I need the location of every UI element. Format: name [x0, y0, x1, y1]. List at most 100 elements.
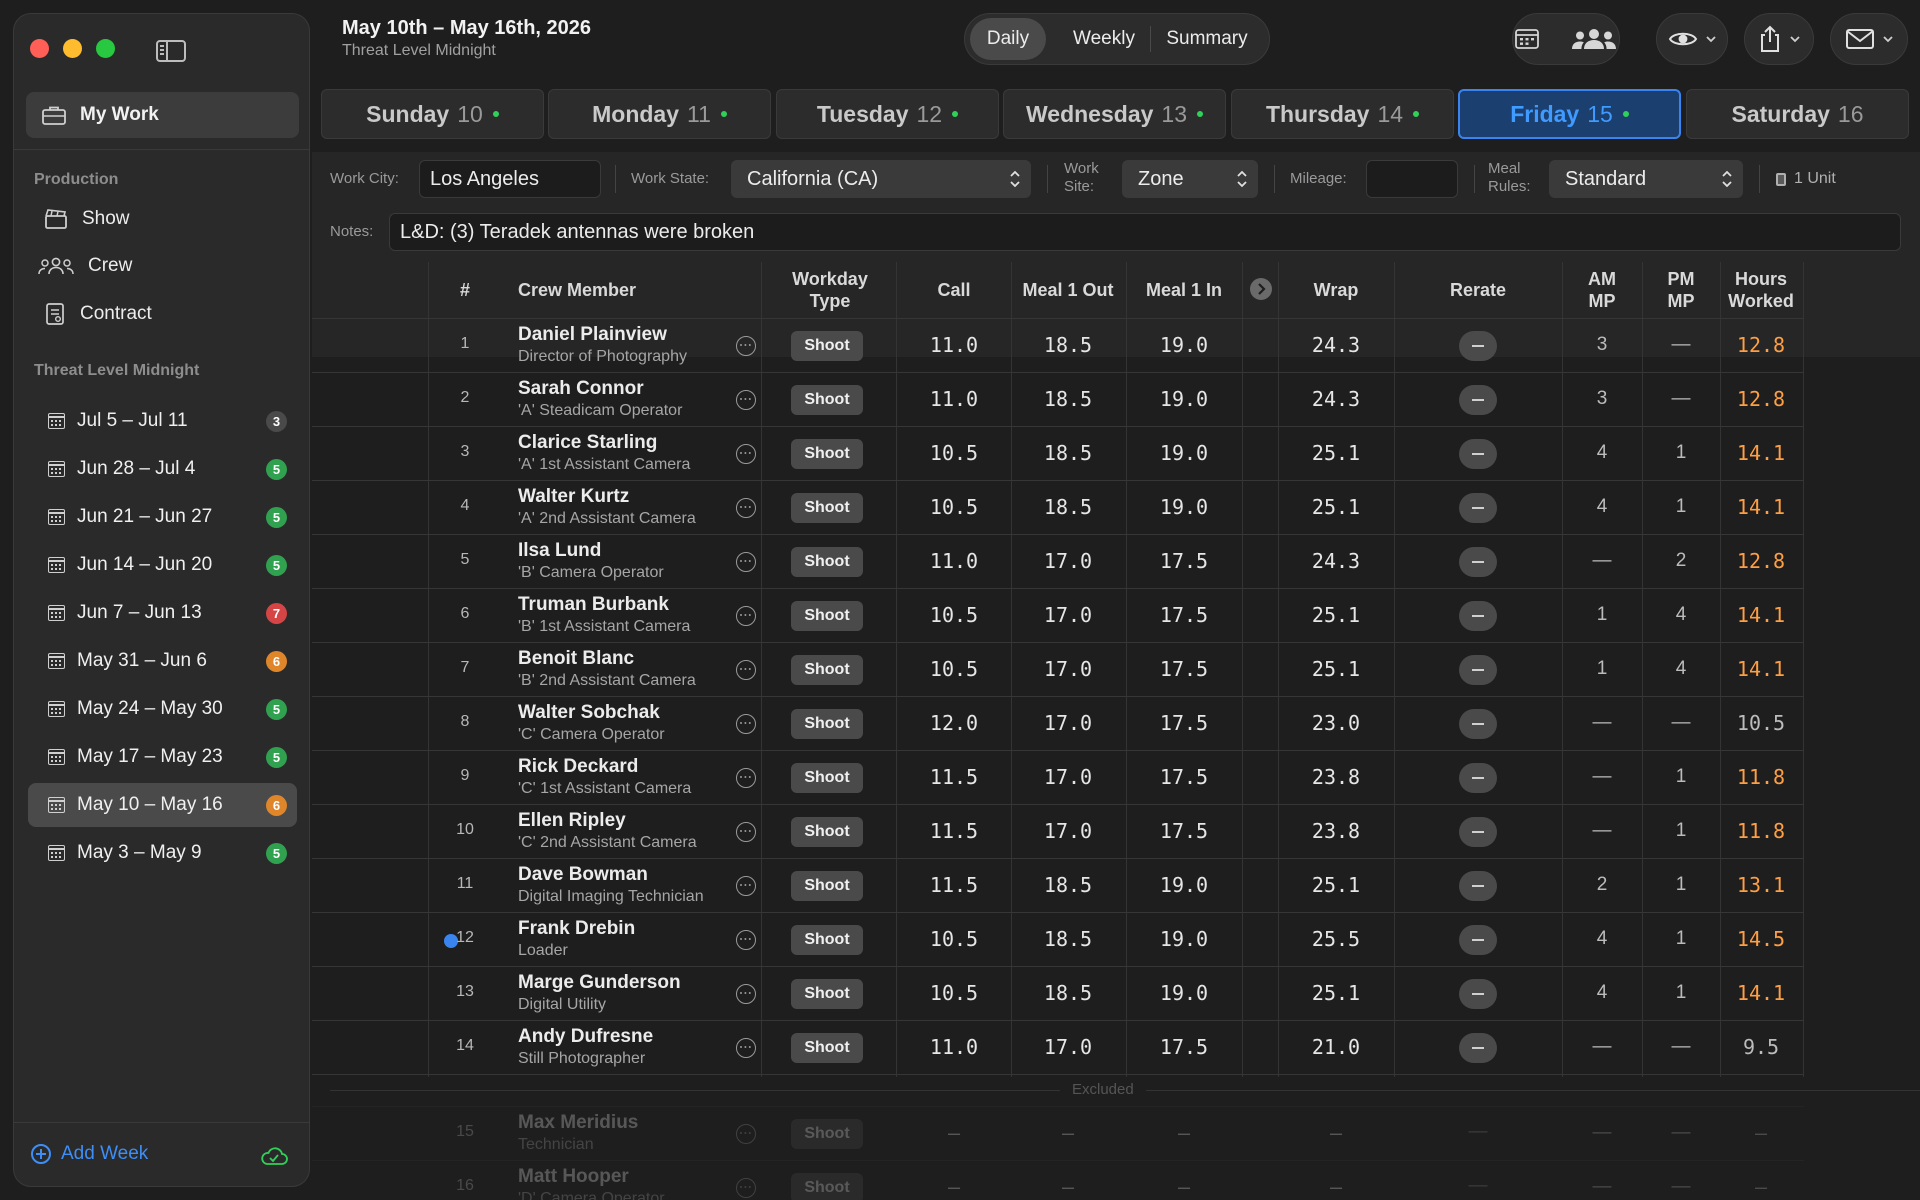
- close-window-button[interactable]: [30, 39, 49, 58]
- meal1-in-time[interactable]: —: [1134, 1121, 1234, 1145]
- workday-type-button[interactable]: Shoot: [791, 925, 863, 955]
- column-header-meal1-in[interactable]: Meal 1 In: [1124, 279, 1244, 301]
- more-options-icon[interactable]: [736, 876, 756, 896]
- sidebar-week-item[interactable]: Jun 21 – Jun 27 5: [28, 495, 297, 539]
- meal1-in-time[interactable]: 19.0: [1134, 927, 1234, 951]
- workday-type-button[interactable]: Shoot: [791, 493, 863, 523]
- column-header-meal1-out[interactable]: Meal 1 Out: [1008, 279, 1128, 301]
- wrap-time[interactable]: 25.5: [1286, 927, 1386, 951]
- more-options-icon[interactable]: [736, 390, 756, 410]
- day-tab-saturday[interactable]: Saturday 16: [1686, 89, 1909, 139]
- more-options-icon[interactable]: [736, 930, 756, 950]
- day-tab-tuesday[interactable]: Tuesday 12: [776, 89, 999, 139]
- call-time[interactable]: 10.5: [904, 657, 1004, 681]
- meal1-in-time[interactable]: 17.5: [1134, 765, 1234, 789]
- wrap-time[interactable]: —: [1286, 1175, 1386, 1199]
- sidebar-week-item[interactable]: May 31 – Jun 6 6: [28, 639, 297, 683]
- wrap-time[interactable]: 23.8: [1286, 765, 1386, 789]
- meal1-in-time[interactable]: 17.5: [1134, 603, 1234, 627]
- table-row[interactable]: 5 Ilsa Lund 'B' Camera Operator Shoot 11.0 17…: [312, 534, 1804, 588]
- wrap-time[interactable]: 24.3: [1286, 333, 1386, 357]
- rerate-button[interactable]: [1459, 763, 1497, 793]
- wrap-time[interactable]: 25.1: [1286, 495, 1386, 519]
- workday-type-button[interactable]: Shoot: [791, 817, 863, 847]
- workday-type-button[interactable]: Shoot: [791, 1173, 863, 1200]
- rerate-button[interactable]: [1459, 601, 1497, 631]
- day-tab-sunday[interactable]: Sunday 10: [321, 89, 544, 139]
- call-time[interactable]: 11.5: [904, 819, 1004, 843]
- call-time[interactable]: 10.5: [904, 927, 1004, 951]
- work-state-select[interactable]: California (CA): [731, 160, 1031, 198]
- call-time[interactable]: 11.5: [904, 873, 1004, 897]
- more-options-icon[interactable]: [736, 984, 756, 1004]
- wrap-time[interactable]: 23.8: [1286, 819, 1386, 843]
- meal1-in-time[interactable]: 17.5: [1134, 711, 1234, 735]
- table-row[interactable]: 12 Frank Drebin Loader Shoot 10.5 18.5 19.0 25.…: [312, 912, 1804, 966]
- meal1-in-time[interactable]: —: [1134, 1175, 1234, 1199]
- sidebar-item-crew[interactable]: Crew: [38, 255, 132, 277]
- meal1-in-time[interactable]: 19.0: [1134, 873, 1234, 897]
- meal1-out-time[interactable]: 17.0: [1018, 819, 1118, 843]
- workday-type-button[interactable]: Shoot: [791, 655, 863, 685]
- meal1-out-time[interactable]: 17.0: [1018, 549, 1118, 573]
- add-week-button[interactable]: Add Week: [31, 1143, 148, 1165]
- table-row[interactable]: 6 Truman Burbank 'B' 1st Assistant Camera S…: [312, 588, 1804, 642]
- cloud-sync-icon[interactable]: [259, 1145, 289, 1167]
- zoom-window-button[interactable]: [96, 39, 115, 58]
- sidebar-week-item[interactable]: Jun 28 – Jul 4 5: [28, 447, 297, 491]
- sidebar-week-item[interactable]: Jul 5 – Jul 11 3: [28, 399, 297, 443]
- work-site-select[interactable]: Zone: [1122, 160, 1258, 198]
- workday-type-button[interactable]: Shoot: [791, 763, 863, 793]
- workday-type-button[interactable]: Shoot: [791, 1119, 863, 1149]
- column-header-rerate[interactable]: Rerate: [1428, 279, 1528, 301]
- more-options-icon[interactable]: [736, 822, 756, 842]
- my-work-button[interactable]: My Work: [26, 92, 299, 138]
- meal1-in-time[interactable]: 19.0: [1134, 387, 1234, 411]
- table-row[interactable]: 10 Ellen Ripley 'C' 2nd Assistant Camera Sh…: [312, 804, 1804, 858]
- day-tab-wednesday[interactable]: Wednesday 13: [1003, 89, 1226, 139]
- call-time[interactable]: —: [904, 1121, 1004, 1145]
- day-tab-thursday[interactable]: Thursday 14: [1231, 89, 1454, 139]
- sidebar-week-item[interactable]: May 17 – May 23 5: [28, 735, 297, 779]
- sidebar-item-contract[interactable]: Contract: [44, 302, 152, 326]
- wrap-time[interactable]: 25.1: [1286, 441, 1386, 465]
- workday-type-button[interactable]: Shoot: [791, 385, 863, 415]
- workday-type-button[interactable]: Shoot: [791, 979, 863, 1009]
- meal1-in-time[interactable]: 17.5: [1134, 1035, 1234, 1059]
- tab-summary[interactable]: Summary: [1151, 18, 1263, 60]
- table-row[interactable]: 1 Daniel Plainview Director of Photography…: [312, 318, 1804, 372]
- meal1-out-time[interactable]: 17.0: [1018, 603, 1118, 627]
- call-time[interactable]: —: [904, 1175, 1004, 1199]
- meal1-in-time[interactable]: 17.5: [1134, 657, 1234, 681]
- day-tab-friday[interactable]: Friday 15: [1458, 89, 1681, 139]
- rerate-button[interactable]: [1459, 709, 1497, 739]
- more-options-icon[interactable]: [736, 444, 756, 464]
- rerate-button[interactable]: [1459, 1033, 1497, 1063]
- call-time[interactable]: 11.0: [904, 549, 1004, 573]
- sidebar-item-show[interactable]: Show: [44, 208, 130, 230]
- tab-daily[interactable]: Daily: [970, 18, 1046, 60]
- workday-type-button[interactable]: Shoot: [791, 871, 863, 901]
- meal1-out-time[interactable]: 17.0: [1018, 711, 1118, 735]
- meal1-out-time[interactable]: 18.5: [1018, 387, 1118, 411]
- meal1-out-time[interactable]: 17.0: [1018, 765, 1118, 789]
- meal1-out-time[interactable]: 18.5: [1018, 495, 1118, 519]
- table-row[interactable]: 8 Walter Sobchak 'C' Camera Operator Shoot 1…: [312, 696, 1804, 750]
- sidebar-toggle-icon[interactable]: [156, 40, 186, 62]
- workday-type-button[interactable]: Shoot: [791, 1033, 863, 1063]
- meal1-out-time[interactable]: 18.5: [1018, 441, 1118, 465]
- meal1-in-time[interactable]: 19.0: [1134, 441, 1234, 465]
- meal1-out-time[interactable]: 17.0: [1018, 1035, 1118, 1059]
- workday-type-button[interactable]: Shoot: [791, 547, 863, 577]
- table-row[interactable]: 14 Andy Dufresne Still Photographer Shoot 11…: [312, 1020, 1804, 1074]
- calendar-icon[interactable]: [1514, 28, 1540, 50]
- meal1-in-time[interactable]: 19.0: [1134, 333, 1234, 357]
- table-row[interactable]: 2 Sarah Connor 'A' Steadicam Operator Shoot…: [312, 372, 1804, 426]
- visibility-menu-button[interactable]: [1656, 13, 1728, 65]
- column-header-wrap[interactable]: Wrap: [1286, 279, 1386, 301]
- wrap-time[interactable]: 23.0: [1286, 711, 1386, 735]
- rerate-button[interactable]: [1459, 871, 1497, 901]
- rerate-button[interactable]: [1459, 331, 1497, 361]
- column-header-call[interactable]: Call: [904, 279, 1004, 301]
- wrap-time[interactable]: 24.3: [1286, 387, 1386, 411]
